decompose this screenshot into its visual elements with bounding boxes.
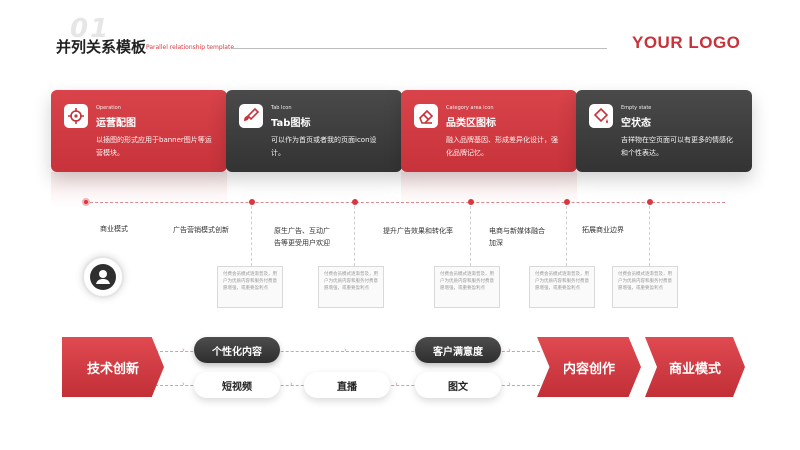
pill-customer-satisfaction[interactable]: 客户满意度 xyxy=(415,337,501,363)
timeline-node-label: 电商与新媒体融合加深 xyxy=(489,227,545,247)
avatar xyxy=(82,256,124,298)
timeline-connector xyxy=(470,206,471,266)
timeline-line xyxy=(85,202,725,203)
timeline-node-dot xyxy=(564,199,570,205)
card-description: 以插图的形式应用于banner图片等运营模块。 xyxy=(96,136,212,157)
timeline-node-dot xyxy=(468,199,474,205)
arrow-right-icon: › xyxy=(182,380,185,388)
card-tag: Tab Icon xyxy=(271,105,292,111)
timeline-node-label: 提升广告效果和转化率 xyxy=(383,227,453,235)
eraser-icon xyxy=(414,104,438,128)
timeline-connector xyxy=(649,206,650,266)
pill-live-stream[interactable]: 直播 xyxy=(304,372,390,398)
card-title: 空状态 xyxy=(621,118,651,129)
flow-step-tech[interactable]: 技术创新 xyxy=(62,337,164,397)
card-title: 品类区图标 xyxy=(446,118,496,129)
arrow-right-icon: › xyxy=(344,346,347,354)
arrow-right-icon: › xyxy=(395,380,398,388)
pill-personalized-content[interactable]: 个性化内容 xyxy=(194,337,280,363)
timeline-note-box: 付费会员模式逐渐普及，用户为优质内容和服务付费意愿增强，或重要盈利点 xyxy=(217,266,283,308)
card-tag: Empty state xyxy=(621,105,652,111)
pill-short-video[interactable]: 短视频 xyxy=(194,372,280,398)
card-tag: Category area icon xyxy=(446,105,494,111)
card-empty-state[interactable]: Empty state 空状态 吉祥物在空页面可以有更多的情感化和个性表达。 xyxy=(576,90,752,172)
flow-step-business[interactable]: 商业模式 xyxy=(645,337,745,397)
card-title: Tab图标 xyxy=(271,118,311,129)
paint-bucket-icon xyxy=(589,104,613,128)
brand-logo: YOUR LOGO xyxy=(632,33,741,52)
brush-icon xyxy=(239,104,263,128)
arrow-right-icon: › xyxy=(290,380,293,388)
page-subtitle: Parallel relationship template xyxy=(146,44,235,51)
arrow-right-icon: › xyxy=(508,346,511,354)
target-icon xyxy=(64,104,88,128)
timeline-note-box: 付费会员模式逐渐普及，用户为优质内容和服务付费意愿增强，或重要盈利点 xyxy=(612,266,678,308)
header-divider xyxy=(232,48,607,49)
timeline-node-dot xyxy=(352,199,358,205)
arrow-right-icon: › xyxy=(182,346,185,354)
user-icon xyxy=(90,264,116,290)
timeline-node-dot xyxy=(249,199,255,205)
pill-image-text[interactable]: 图文 xyxy=(415,372,501,398)
timeline-start-dot xyxy=(82,198,90,206)
page-title: 并列关系模板 xyxy=(56,38,147,56)
flow-step-content[interactable]: 内容创作 xyxy=(537,337,641,397)
timeline-connector xyxy=(251,206,252,266)
card-category[interactable]: Category area icon 品类区图标 融入品牌基因、形成差异化设计，… xyxy=(401,90,577,172)
card-description: 可以作为首页或者我的页面icon设计。 xyxy=(271,136,377,157)
timeline-note-box: 付费会员模式逐渐普及，用户为优质内容和服务付费意愿增强，或重要盈利点 xyxy=(318,266,384,308)
card-tag: Operation xyxy=(96,105,121,111)
card-description: 吉祥物在空页面可以有更多的情感化和个性表达。 xyxy=(621,136,733,157)
timeline-connector xyxy=(566,206,567,266)
timeline-node-dot xyxy=(647,199,653,205)
card-tab-icon[interactable]: Tab Icon Tab图标 可以作为首页或者我的页面icon设计。 xyxy=(226,90,402,172)
timeline-start-label: 商业模式 xyxy=(100,225,128,233)
timeline-node-label: 拓展商业边界 xyxy=(582,226,624,234)
card-operation[interactable]: Operation 运营配图 以插图的形式应用于banner图片等运营模块。 xyxy=(51,90,227,172)
timeline-node-label: 广告营销模式创新 xyxy=(173,226,229,234)
timeline-note-box: 付费会员模式逐渐普及，用户为优质内容和服务付费意愿增强，或重要盈利点 xyxy=(434,266,500,308)
arrow-right-icon: › xyxy=(508,380,511,388)
timeline-connector xyxy=(354,206,355,266)
card-title: 运营配图 xyxy=(96,118,136,129)
timeline-note-box: 付费会员模式逐渐普及，用户为优质内容和服务付费意愿增强，或重要盈利点 xyxy=(529,266,595,308)
timeline-node-label: 原生广告、互动广告等更受用户欢迎 xyxy=(274,227,330,247)
card-description: 融入品牌基因、形成差异化设计，强化品牌记忆。 xyxy=(446,136,558,157)
